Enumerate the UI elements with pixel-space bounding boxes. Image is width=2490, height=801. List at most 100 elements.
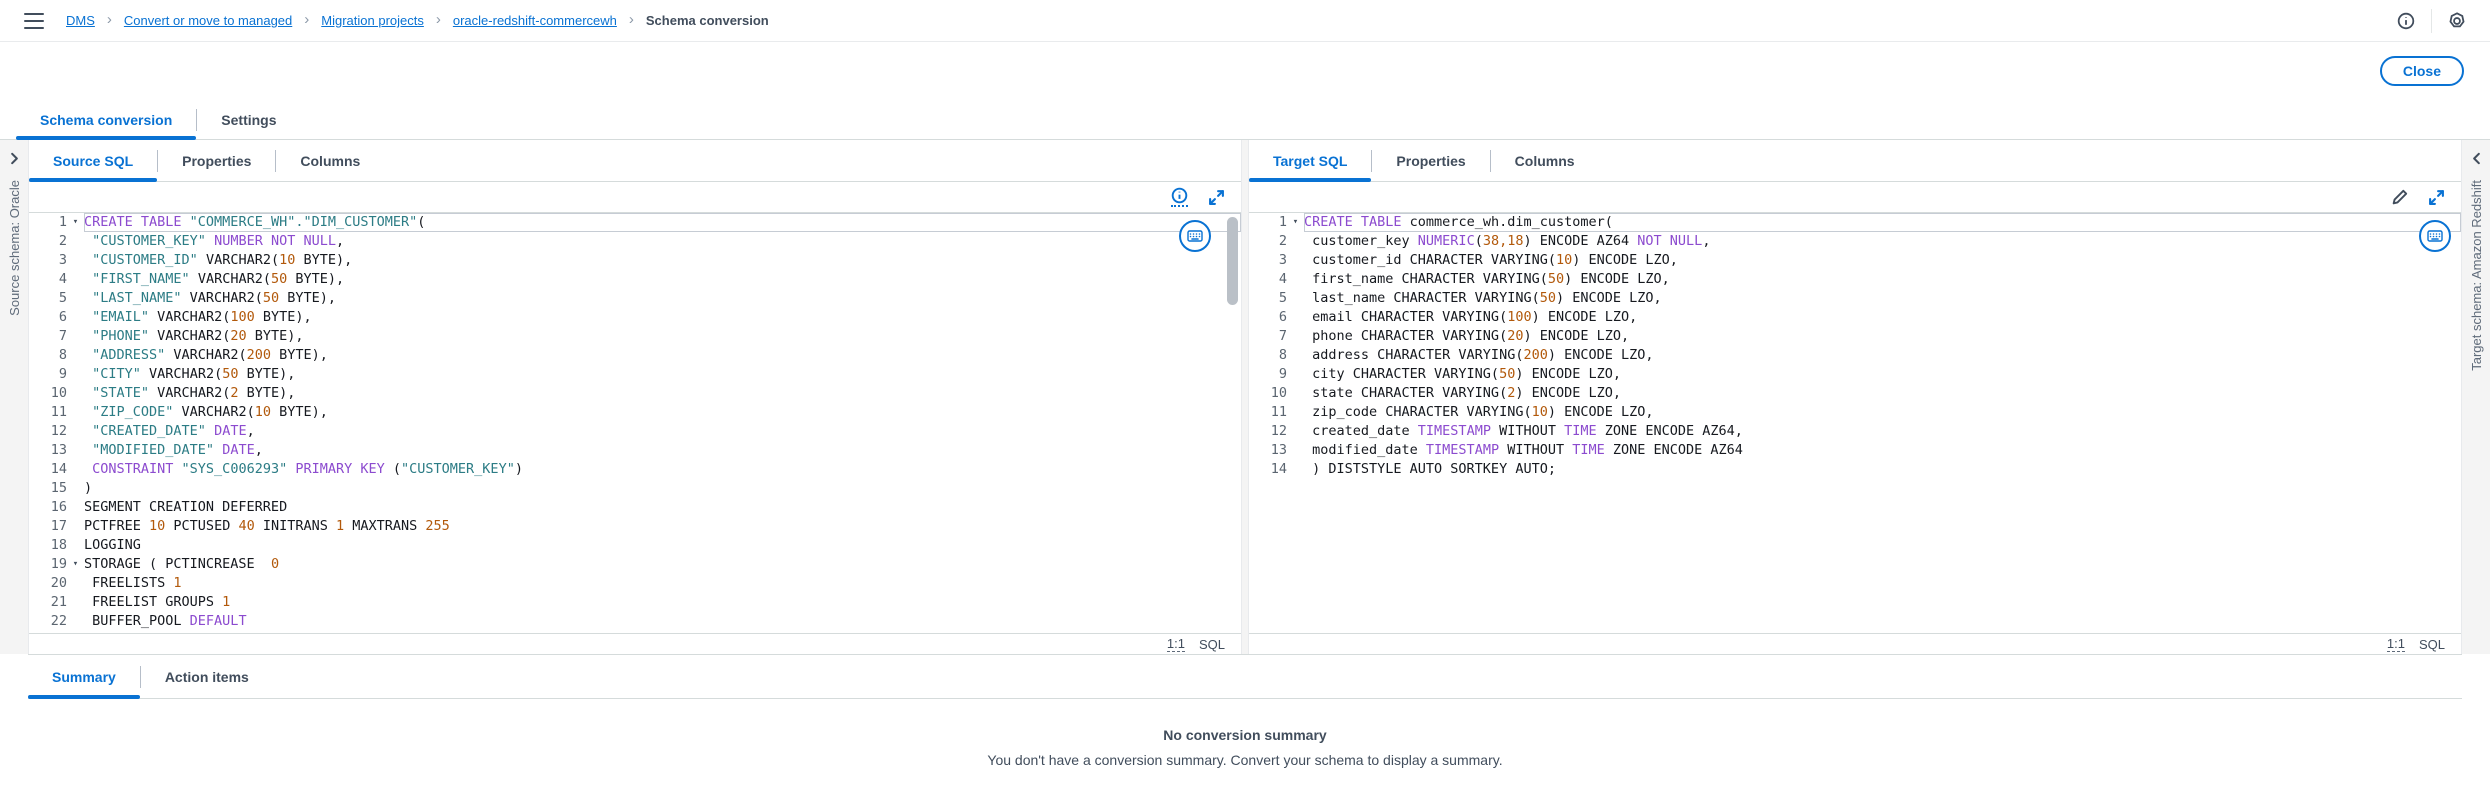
code-line: 23 FLASH_CACHE DEFAULT xyxy=(29,631,1241,634)
edit-pencil-icon[interactable] xyxy=(2391,189,2408,206)
code-text: "FIRST_NAME" VARCHAR2(50 BYTE), xyxy=(84,270,1241,289)
line-number: 11 xyxy=(29,403,67,422)
breadcrumb-separator-icon: › xyxy=(107,12,112,27)
line-number: 10 xyxy=(29,384,67,403)
code-text: address CHARACTER VARYING(200) ENCODE LZ… xyxy=(1304,346,2461,365)
tab-action-items[interactable]: Action items xyxy=(141,655,273,698)
cursor-position[interactable]: 1:1 xyxy=(2387,636,2405,652)
schema-conversion-content: Source schema: Oracle Source SQLProperti… xyxy=(0,140,2490,654)
line-number: 8 xyxy=(29,346,67,365)
code-text: BUFFER_POOL DEFAULT xyxy=(84,612,1241,631)
page-header: Close xyxy=(0,42,2490,100)
expand-icon[interactable] xyxy=(1208,189,1225,206)
line-number: 10 xyxy=(1249,384,1287,403)
line-number: 14 xyxy=(29,460,67,479)
line-number: 6 xyxy=(29,308,67,327)
fold-spacer xyxy=(67,232,84,251)
code-text: PCTFREE 10 PCTUSED 40 INITRANS 1 MAXTRAN… xyxy=(84,517,1241,536)
fold-arrow-icon[interactable]: ▾ xyxy=(67,213,84,232)
fold-spacer xyxy=(1287,384,1304,403)
line-number: 13 xyxy=(29,441,67,460)
code-text: zip_code CHARACTER VARYING(10) ENCODE LZ… xyxy=(1304,403,2461,422)
fold-spacer xyxy=(1287,232,1304,251)
info-icon[interactable] xyxy=(2397,12,2415,30)
code-text: "PHONE" VARCHAR2(20 BYTE), xyxy=(84,327,1241,346)
code-line: 1▾CREATE TABLE "COMMERCE_WH"."DIM_CUSTOM… xyxy=(29,213,1241,232)
code-line: 4 "FIRST_NAME" VARCHAR2(50 BYTE), xyxy=(29,270,1241,289)
fold-spacer xyxy=(1287,308,1304,327)
tab-columns[interactable]: Columns xyxy=(276,140,384,181)
fold-spacer xyxy=(67,403,84,422)
target-sql-panel: Target SQLPropertiesColumns 1▾CREATE TAB… xyxy=(1248,140,2462,654)
tab-settings[interactable]: Settings xyxy=(197,100,300,139)
code-line: 11 zip_code CHARACTER VARYING(10) ENCODE… xyxy=(1249,403,2461,422)
line-number: 18 xyxy=(29,536,67,555)
breadcrumb-link[interactable]: oracle-redshift-commercewh xyxy=(453,13,617,28)
tab-summary[interactable]: Summary xyxy=(28,655,140,698)
fold-spacer xyxy=(1287,441,1304,460)
settings-icon[interactable] xyxy=(2448,12,2466,30)
code-line: 3 customer_id CHARACTER VARYING(10) ENCO… xyxy=(1249,251,2461,270)
fold-arrow-icon[interactable]: ▾ xyxy=(1287,213,1304,232)
fold-spacer xyxy=(67,460,84,479)
code-text: CREATE TABLE "COMMERCE_WH"."DIM_CUSTOMER… xyxy=(84,213,1241,232)
close-button[interactable]: Close xyxy=(2380,56,2464,86)
breadcrumb-link[interactable]: DMS xyxy=(66,13,95,28)
info-icon[interactable] xyxy=(1171,187,1188,207)
fold-spacer xyxy=(67,365,84,384)
tab-source-sql[interactable]: Source SQL xyxy=(29,140,157,181)
fold-spacer xyxy=(67,441,84,460)
line-number: 7 xyxy=(29,327,67,346)
expand-left-panel-chevron-right-icon[interactable] xyxy=(5,149,24,168)
fold-spacer xyxy=(1287,422,1304,441)
tab-target-sql[interactable]: Target SQL xyxy=(1249,140,1371,181)
fold-spacer xyxy=(67,536,84,555)
source-code-editor[interactable]: 1▾CREATE TABLE "COMMERCE_WH"."DIM_CUSTOM… xyxy=(29,212,1241,634)
source-schema-rail: Source schema: Oracle xyxy=(0,140,28,654)
expand-right-panel-chevron-left-icon[interactable] xyxy=(2467,149,2486,168)
line-number: 22 xyxy=(29,612,67,631)
fold-spacer xyxy=(67,251,84,270)
line-number: 5 xyxy=(1249,289,1287,308)
empty-state-title: No conversion summary xyxy=(28,727,2462,743)
keyboard-shortcuts-icon[interactable] xyxy=(1179,220,1211,252)
breadcrumb-separator-icon: › xyxy=(304,12,309,27)
tab-properties[interactable]: Properties xyxy=(1372,140,1489,181)
line-number: 12 xyxy=(29,422,67,441)
target-code-editor[interactable]: 1▾CREATE TABLE commerce_wh.dim_customer(… xyxy=(1249,212,2461,634)
breadcrumb-link[interactable]: Convert or move to managed xyxy=(124,13,292,28)
code-line: 22 BUFFER_POOL DEFAULT xyxy=(29,612,1241,631)
fold-spacer xyxy=(1287,270,1304,289)
code-line: 6 email CHARACTER VARYING(100) ENCODE LZ… xyxy=(1249,308,2461,327)
line-number: 12 xyxy=(1249,422,1287,441)
fold-spacer xyxy=(67,384,84,403)
fold-spacer xyxy=(67,498,84,517)
cursor-position[interactable]: 1:1 xyxy=(1167,636,1185,652)
line-number: 8 xyxy=(1249,346,1287,365)
line-number: 3 xyxy=(29,251,67,270)
code-line: 5 last_name CHARACTER VARYING(50) ENCODE… xyxy=(1249,289,2461,308)
vertical-scrollbar[interactable] xyxy=(1227,217,1238,305)
tab-columns[interactable]: Columns xyxy=(1491,140,1599,181)
tab-schema-conversion[interactable]: Schema conversion xyxy=(16,100,196,139)
tab-properties[interactable]: Properties xyxy=(158,140,275,181)
source-sql-panel: Source SQLPropertiesColumns 1▾CREA xyxy=(28,140,1242,654)
target-panel-tab-bar: Target SQLPropertiesColumns xyxy=(1249,140,2461,182)
code-text: CREATE TABLE commerce_wh.dim_customer( xyxy=(1304,213,2461,232)
code-line: 7 phone CHARACTER VARYING(20) ENCODE LZO… xyxy=(1249,327,2461,346)
topbar-actions xyxy=(2397,9,2466,33)
fold-spacer xyxy=(67,479,84,498)
code-line: 13 modified_date TIMESTAMP WITHOUT TIME … xyxy=(1249,441,2461,460)
code-line: 21 FREELIST GROUPS 1 xyxy=(29,593,1241,612)
fold-spacer xyxy=(67,574,84,593)
menu-hamburger-icon[interactable] xyxy=(24,13,44,29)
fold-arrow-icon[interactable]: ▾ xyxy=(67,555,84,574)
top-navigation-bar: DMS › Convert or move to managed › Migration… xyxy=(0,0,2490,42)
expand-icon[interactable] xyxy=(2428,189,2445,206)
fold-spacer xyxy=(67,422,84,441)
language-mode: SQL xyxy=(2419,637,2445,652)
empty-state-description: You don't have a conversion summary. Con… xyxy=(28,752,2462,768)
breadcrumb-link[interactable]: Migration projects xyxy=(321,13,424,28)
keyboard-shortcuts-icon[interactable] xyxy=(2419,220,2451,252)
fold-spacer xyxy=(67,270,84,289)
